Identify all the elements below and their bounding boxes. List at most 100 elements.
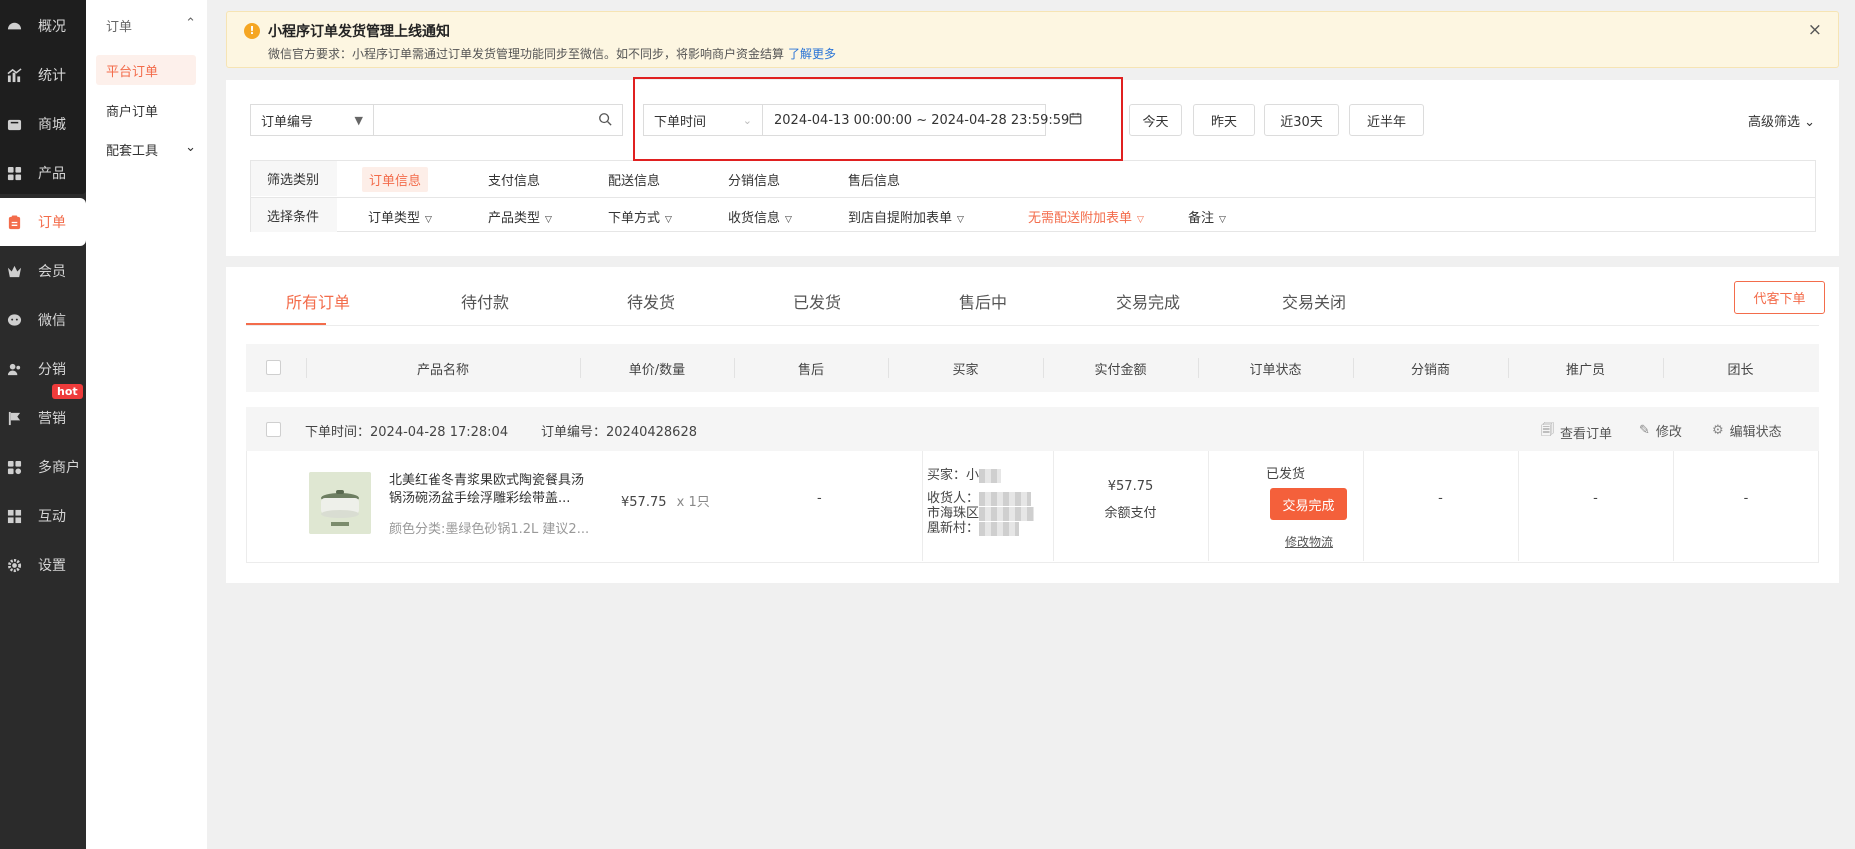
condition-order-method[interactable]: 下单方式 ▽ xyxy=(608,207,672,226)
today-button[interactable]: 今天 xyxy=(1129,104,1182,136)
users-icon xyxy=(6,361,22,377)
filter-category-payment-info[interactable]: 支付信息 xyxy=(488,170,540,189)
clipboard-icon xyxy=(6,214,22,230)
grid-icon xyxy=(6,165,22,181)
edit-order-link[interactable]: ✎ 修改 xyxy=(1639,421,1682,440)
condition-pickup-form[interactable]: 到店自提附加表单 ▽ xyxy=(848,207,964,226)
order-checkbox[interactable] xyxy=(266,422,281,437)
filter-category-aftersale-info[interactable]: 售后信息 xyxy=(848,170,900,189)
condition-product-type[interactable]: 产品类型 ▽ xyxy=(488,207,552,226)
column-paid-amount: 实付金额 xyxy=(1094,362,1147,378)
sidebar-item-members[interactable]: 会员 xyxy=(0,247,86,295)
gear-icon xyxy=(6,557,22,573)
flag-icon xyxy=(6,410,22,426)
wechat-icon xyxy=(6,312,22,328)
search-field-select[interactable]: 订单编号 ▼ xyxy=(250,104,374,136)
sidebar-item-wechat[interactable]: 微信 xyxy=(0,296,86,344)
address-line-2: 凰新村： xyxy=(927,517,1020,536)
action-label: 修改 xyxy=(1655,425,1682,440)
sidebar-item-label: 订单 xyxy=(38,215,66,231)
condition-order-type[interactable]: 订单类型 ▽ xyxy=(368,207,432,226)
filter-category-order-info[interactable]: 订单信息 xyxy=(362,167,429,192)
masked-text xyxy=(979,521,1020,536)
order-detail-row: 北美红雀冬青浆果欧式陶瓷餐具汤锅汤碗汤盆手绘浮雕彩绘带盖... 颜色分类:墨绿色… xyxy=(246,451,1819,563)
subnav-item-platform-orders[interactable]: 平台订单 xyxy=(96,55,196,85)
tab-pending-payment[interactable]: 待付款 xyxy=(461,289,509,313)
product-spec: 颜色分类:墨绿色砂锅1.2L 建议2... xyxy=(389,522,589,537)
subnav-item-merchant-orders[interactable]: 商户订单 xyxy=(96,95,196,125)
filter-category-distribution-info[interactable]: 分销信息 xyxy=(728,170,780,189)
sidebar-item-stats[interactable]: 统计 xyxy=(0,51,86,99)
hot-badge: hot xyxy=(52,384,83,399)
sidebar-item-overview[interactable]: 概况 xyxy=(0,2,86,50)
sidebar-item-mall[interactable]: 商城 xyxy=(0,100,86,148)
blocks-icon xyxy=(6,508,22,524)
filter-category-delivery-info[interactable]: 配送信息 xyxy=(608,170,660,189)
tab-shipped[interactable]: 已发货 xyxy=(793,289,841,313)
tab-all-orders[interactable]: 所有订单 xyxy=(286,289,350,313)
chevron-down-icon: ▽ xyxy=(785,215,792,225)
learn-more-link[interactable]: 了解更多 xyxy=(788,47,836,61)
advanced-filter-label: 高级筛选 xyxy=(1747,115,1800,130)
sidebar-item-marketing[interactable]: 营销 xyxy=(0,394,86,442)
yesterday-button[interactable]: 昨天 xyxy=(1193,104,1255,136)
chart-icon xyxy=(6,67,22,83)
condition-remarks[interactable]: 备注 ▽ xyxy=(1188,207,1226,226)
tab-aftersale[interactable]: 售后中 xyxy=(959,289,1007,313)
condition-no-delivery-form[interactable]: 无需配送附加表单 ▽ xyxy=(1028,207,1144,226)
chevron-down-icon: ⌄ xyxy=(1804,115,1815,130)
select-all-checkbox[interactable] xyxy=(266,360,281,375)
subnav-group-label: 配套工具 xyxy=(106,144,159,159)
last-half-year-button[interactable]: 近半年 xyxy=(1349,104,1424,136)
proxy-order-button[interactable]: 代客下单 xyxy=(1734,281,1825,314)
chevron-down-icon: ⌄ xyxy=(185,140,196,155)
sub-navigation: 订单 ⌃ 平台订单 商户订单 配套工具 ⌄ xyxy=(86,0,207,849)
sidebar-item-settings[interactable]: 设置 xyxy=(0,541,86,589)
condition-label: 下单方式 xyxy=(608,211,661,226)
sidebar-item-label: 微信 xyxy=(38,313,66,329)
sidebar-item-label: 统计 xyxy=(38,68,66,84)
unit-price: ¥57.75 xyxy=(621,495,667,510)
sidebar-item-merchants[interactable]: 多商户 xyxy=(0,443,86,491)
filter-category-label: 筛选类别 xyxy=(251,161,337,196)
chevron-down-icon: ▽ xyxy=(665,215,672,225)
crown-icon xyxy=(6,263,22,279)
sidebar-item-label: 产品 xyxy=(38,166,66,182)
sidebar-item-label: 会员 xyxy=(38,264,66,280)
product-name[interactable]: 北美红雀冬青浆果欧式陶瓷餐具汤锅汤碗汤盆手绘浮雕彩绘带盖... xyxy=(389,472,589,508)
column-unit-price-qty: 单价/数量 xyxy=(628,362,686,378)
buyer-label: 买家： xyxy=(927,468,967,483)
store-icon xyxy=(6,116,22,132)
leader-value: - xyxy=(1743,491,1749,506)
subnav-group-tools[interactable]: 配套工具 ⌄ xyxy=(106,140,196,159)
sidebar-item-products[interactable]: 产品 xyxy=(0,149,86,197)
tab-pending-shipment[interactable]: 待发货 xyxy=(627,289,675,313)
buyer-name-value: 小 xyxy=(966,468,980,483)
subnav-item-label: 商户订单 xyxy=(106,104,159,120)
sidebar-item-label: 概况 xyxy=(38,19,66,35)
condition-receiver-info[interactable]: 收货信息 ▽ xyxy=(728,207,792,226)
sidebar-item-orders[interactable]: 订单 xyxy=(0,198,86,246)
last-30-days-button[interactable]: 近30天 xyxy=(1264,104,1339,136)
edit-status-link[interactable]: ⚙ 编辑状态 xyxy=(1712,421,1782,440)
address-text: 凰新村： xyxy=(927,521,980,536)
subnav-group-orders[interactable]: 订单 ⌃ xyxy=(106,16,196,35)
modify-logistics-link[interactable]: 修改物流 xyxy=(1285,533,1333,550)
search-icon[interactable] xyxy=(598,112,612,129)
sidebar-item-interaction[interactable]: 互动 xyxy=(0,492,86,540)
warning-icon: ! xyxy=(244,23,260,39)
order-header-row: 下单时间：2024-04-28 17:28:04 订单编号：2024042862… xyxy=(246,407,1819,451)
column-leader: 团长 xyxy=(1727,362,1754,378)
view-order-link[interactable]: 🗐 查看订单 xyxy=(1541,421,1612,443)
tab-closed[interactable]: 交易关闭 xyxy=(1282,289,1346,313)
advanced-filter-toggle[interactable]: 高级筛选 ⌄ xyxy=(1748,111,1815,130)
condition-label: 无需配送附加表单 xyxy=(1028,211,1133,226)
sidebar-item-label: 设置 xyxy=(38,558,66,574)
tab-completed[interactable]: 交易完成 xyxy=(1116,289,1180,313)
trade-complete-button[interactable]: 交易完成 xyxy=(1270,488,1347,520)
status-icon: ⚙ xyxy=(1712,423,1724,438)
tabs-divider xyxy=(246,325,1819,326)
close-icon[interactable]: × xyxy=(1808,20,1822,40)
search-input[interactable] xyxy=(373,104,623,136)
product-thumbnail[interactable] xyxy=(309,472,371,534)
